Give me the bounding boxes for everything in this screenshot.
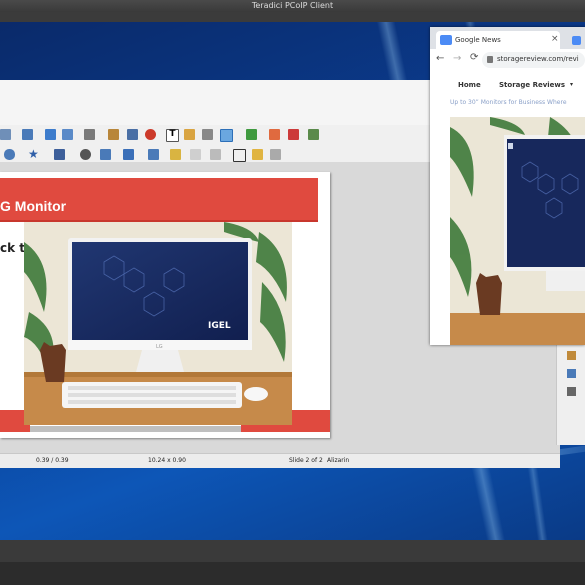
igel-logo: IGEL <box>208 321 231 331</box>
browser-window: Google News × ← → ⟳ storagereview.com/re… <box>430 27 585 345</box>
arrange-icon[interactable] <box>269 129 280 140</box>
toolbar-row-1: T <box>0 126 440 144</box>
ungroup-icon[interactable] <box>190 149 201 160</box>
slide-monitor-photo[interactable]: IGEL LG <box>24 222 292 425</box>
google-news-icon <box>440 35 452 45</box>
group-icon[interactable] <box>170 149 181 160</box>
svg-text:LG: LG <box>156 344 163 350</box>
slide-counter: Slide 2 of 2 <box>289 457 323 464</box>
nav-storage-reviews-link[interactable]: Storage Reviews <box>499 81 565 89</box>
address-text: storagereview.com/revi <box>497 55 579 63</box>
article-snippet[interactable]: Up to 30” Monitors for Business Where <box>450 99 585 106</box>
rotate-icon[interactable] <box>80 149 91 160</box>
impress-statusbar: 0.39 / 0.39 10.24 x 0.90 Slide 2 of 2 Al… <box>0 453 560 468</box>
fontwork-icon[interactable] <box>184 129 195 140</box>
link-icon[interactable] <box>202 129 213 140</box>
nav-home-link[interactable]: Home <box>458 81 481 89</box>
slide-footer-bar-middle <box>30 426 241 432</box>
lock-icon <box>487 56 493 63</box>
second-tab-icon[interactable] <box>572 36 581 45</box>
align-icon[interactable] <box>100 149 111 160</box>
article-photo[interactable] <box>450 117 585 345</box>
tab-title: Google News <box>455 36 501 44</box>
slide-icon[interactable] <box>62 129 73 140</box>
text-box-icon[interactable]: T <box>166 129 179 142</box>
master-slide-name: Alizarin <box>327 457 350 464</box>
monitor-photo-image: IGEL LG <box>24 222 292 425</box>
delete-icon[interactable] <box>288 129 299 140</box>
chart-icon[interactable] <box>127 129 138 140</box>
crop-icon[interactable] <box>220 129 233 142</box>
reload-icon[interactable]: ⟳ <box>470 52 478 63</box>
shadow-icon[interactable] <box>148 149 159 160</box>
distribute-icon[interactable] <box>123 149 134 160</box>
client-title: Teradici PCoIP Client <box>251 1 334 10</box>
insert-image-icon[interactable] <box>108 129 119 140</box>
3d-object-icon[interactable] <box>54 149 65 160</box>
line-icon[interactable] <box>210 149 221 160</box>
points-icon[interactable] <box>233 149 246 162</box>
size-indicator: 10.24 x 0.90 <box>148 457 186 464</box>
back-icon[interactable]: ← <box>436 53 444 64</box>
star-icon[interactable]: ★ <box>28 148 39 160</box>
article-photo-image <box>450 117 585 345</box>
picture-icon[interactable] <box>308 129 319 140</box>
record-icon[interactable] <box>145 129 156 140</box>
table-icon[interactable] <box>84 129 95 140</box>
tab-close-icon[interactable]: × <box>551 34 559 44</box>
properties-sidebar <box>556 345 585 445</box>
callout-icon[interactable] <box>4 149 15 160</box>
glue-icon[interactable] <box>252 149 263 160</box>
display-view-icon[interactable] <box>0 129 11 140</box>
sidebar-styles-icon[interactable] <box>567 369 576 378</box>
client-bottom-bar <box>0 540 585 585</box>
presentation-icon[interactable] <box>45 129 56 140</box>
forward-icon[interactable]: → <box>453 53 461 64</box>
insert-shape-icon[interactable] <box>246 129 257 140</box>
sidebar-list-icon[interactable] <box>567 387 576 396</box>
position-indicator: 0.39 / 0.39 <box>36 457 69 464</box>
sidebar-properties-icon[interactable] <box>567 351 576 360</box>
slide-title[interactable]: G Monitor <box>0 198 66 214</box>
image-icon[interactable] <box>22 129 33 140</box>
client-titlebar[interactable]: Teradici PCoIP Client <box>0 0 585 12</box>
extrusion-icon[interactable] <box>270 149 281 160</box>
nav-dropdown-icon[interactable]: ▾ <box>570 81 573 88</box>
